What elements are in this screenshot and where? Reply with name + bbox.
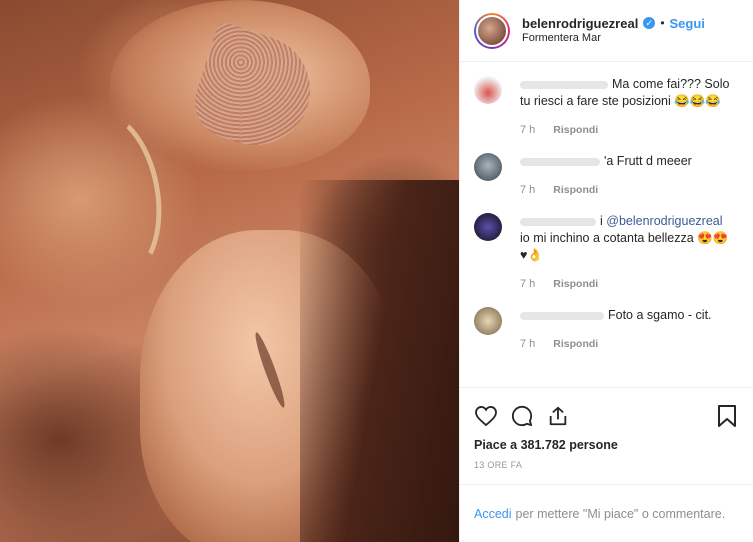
login-prompt: Accedi per mettere "Mi piace" o commenta… [460,484,753,542]
photo-shape [300,180,459,542]
author-avatar[interactable] [474,12,510,49]
commenter-name-redacted[interactable] [520,217,596,226]
separator-dot: • [660,15,665,30]
comments-list[interactable]: Ma come fai??? Solo tu riesci a fare ste… [460,62,753,387]
comment-body: i @belenrodriguezreal io mi inchino a co… [520,213,739,293]
post-actions: Piace a 381.782 persone 13 ORE FA [460,387,753,470]
comment-body: Foto a sgamo - cit. 7 h Rispondi [520,307,739,353]
commenter-avatar[interactable] [474,307,502,335]
reply-button[interactable]: Rispondi [553,122,598,139]
follow-button[interactable]: Segui [670,16,705,31]
comment-text-line: Foto a sgamo - cit. [520,307,739,324]
mention-link[interactable]: @belenrodriguezreal [606,214,722,228]
comment-item: i @belenrodriguezreal io mi inchino a co… [474,213,739,293]
instagram-post: belenrodriguezreal ✓ • Segui Formentera … [0,0,753,542]
commenter-name-redacted[interactable] [520,80,608,89]
comment-text: io mi inchino a cotanta bellezza 😍😍 ♥👌 [520,231,729,262]
comment-text: Foto a sgamo - cit. [608,308,712,322]
reply-button[interactable]: Rispondi [553,276,598,293]
author-info: belenrodriguezreal ✓ • Segui Formentera … [522,16,705,46]
comment-item: 'a Frutt d meeer 7 h Rispondi [474,153,739,199]
likes-count[interactable]: Piace a 381.782 persone [474,438,739,452]
commenter-avatar[interactable] [474,76,502,104]
comment-meta: 7 h Rispondi [520,336,739,353]
comment-meta: 7 h Rispondi [520,122,739,139]
commenter-avatar[interactable] [474,153,502,181]
author-avatar-image [476,14,508,47]
verified-badge-icon: ✓ [643,17,656,29]
comment-meta: 7 h Rispondi [520,276,739,293]
comment-body: 'a Frutt d meeer 7 h Rispondi [520,153,739,199]
comment-time[interactable]: 7 h [520,122,535,139]
comment-text-line: Ma come fai??? Solo tu riesci a fare ste… [520,76,739,110]
comment-icon[interactable] [510,404,534,428]
share-icon[interactable] [546,404,570,428]
author-row: belenrodriguezreal ✓ • Segui [522,16,705,31]
comment-time[interactable]: 7 h [520,336,535,353]
post-header: belenrodriguezreal ✓ • Segui Formentera … [460,0,753,62]
post-time[interactable]: 13 ORE FA [474,460,739,470]
post-location[interactable]: Formentera Mar [522,31,705,46]
login-prompt-text: per mettere "Mi piace" o commentare. [515,506,726,521]
commenter-name-suffix: i [600,214,603,228]
reply-button[interactable]: Rispondi [553,336,598,353]
comment-text: 'a Frutt d meeer [604,154,692,168]
commenter-avatar[interactable] [474,213,502,241]
comment-item: Foto a sgamo - cit. 7 h Rispondi [474,307,739,353]
login-link[interactable]: Accedi [474,507,512,521]
heart-icon[interactable] [474,404,498,428]
comment-text-line: i @belenrodriguezreal io mi inchino a co… [520,213,739,264]
comment-time[interactable]: 7 h [520,276,535,293]
comment-meta: 7 h Rispondi [520,182,739,199]
post-sidebar: belenrodriguezreal ✓ • Segui Formentera … [459,0,753,542]
post-photo[interactable] [0,0,459,542]
bookmark-icon[interactable] [715,404,739,428]
author-username[interactable]: belenrodriguezreal [522,16,638,31]
action-icons [474,396,739,436]
comment-text-line: 'a Frutt d meeer [520,153,739,170]
commenter-name-redacted[interactable] [520,157,600,166]
comment-body: Ma come fai??? Solo tu riesci a fare ste… [520,76,739,139]
comment-item: Ma come fai??? Solo tu riesci a fare ste… [474,76,739,139]
comment-time[interactable]: 7 h [520,182,535,199]
commenter-name-redacted[interactable] [520,311,604,320]
reply-button[interactable]: Rispondi [553,182,598,199]
